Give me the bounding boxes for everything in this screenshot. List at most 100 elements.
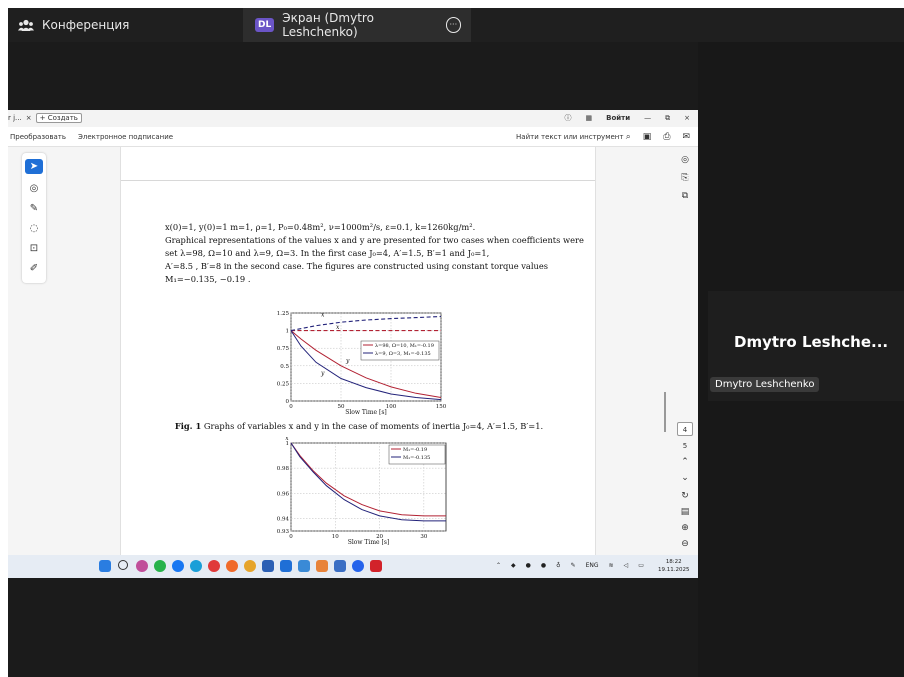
help-icon[interactable]: ⓘ [564, 113, 571, 123]
x-tick-label: 100 [386, 404, 397, 410]
y-tick-label: 0.75 [277, 346, 290, 352]
battery-icon[interactable]: ▭ [638, 562, 644, 569]
calculator-icon[interactable] [334, 560, 346, 572]
document-tab[interactable]: r j... [8, 114, 22, 122]
participant-tile[interactable]: Dmytro Leshche... Dmytro Leshchenko [708, 291, 904, 401]
wifi-icon[interactable]: ≋ [609, 562, 614, 569]
minimize-icon[interactable]: — [644, 114, 651, 122]
language-indicator[interactable]: ENG [586, 562, 599, 569]
cursor-icon[interactable]: ➤ [25, 159, 43, 174]
chrome-icon[interactable] [244, 560, 256, 572]
lasso-icon[interactable]: ◌ [25, 221, 43, 236]
tray-app-icon[interactable]: ● [526, 562, 531, 569]
legend-label: λ=98, Ω=10, M₁=-0.19 [375, 343, 434, 349]
taskbar-clock[interactable]: 18:22 19.11.2025 [658, 558, 690, 574]
para-line: A′=8.5 , B′=8 in the second case. The fi… [165, 261, 549, 271]
search-icon: ⌕ [625, 132, 631, 142]
para-line: M₁=−0.135, −0.19 . [165, 274, 251, 284]
app-icon[interactable] [136, 560, 148, 572]
document-viewport[interactable]: ➤ ◎ ✎ ◌ ⊡ ✐ x(0)=1, y(0)=1 m=1, ρ=1, P₀=… [8, 147, 698, 555]
app-frame: Конференция DL Экран (Dmytro Leshchenko)… [0, 0, 904, 677]
page-number-next[interactable]: 5 [677, 439, 693, 453]
save-page-icon[interactable]: ▤ [677, 505, 693, 519]
app-icon[interactable] [352, 560, 364, 572]
tray-app-icon[interactable]: ✎ [571, 562, 576, 569]
conference-label: Конференция [42, 18, 130, 32]
y-tick-label: 0.98 [277, 466, 290, 472]
x-tick-label: 150 [436, 404, 447, 410]
whatsapp-icon[interactable] [154, 560, 166, 572]
para-line: x(0)=1, y(0)=1 m=1, ρ=1, P₀=0.48m², ν=10… [165, 222, 476, 232]
mail-icon[interactable]: ✉ [682, 132, 690, 142]
app-icon[interactable] [316, 560, 328, 572]
tray-app-icon[interactable]: ◆ [511, 562, 516, 569]
esign-menu[interactable]: Электронное подписание [78, 133, 173, 141]
opera-icon[interactable] [208, 560, 220, 572]
pdf-page: x(0)=1, y(0)=1 m=1, ρ=1, P₀=0.48m², ν=10… [120, 147, 596, 555]
ellipsis-circle-icon[interactable]: ··· [445, 17, 461, 33]
figure-1-label: Fig. 1 [174, 421, 202, 431]
stamp-icon[interactable]: ✐ [25, 261, 43, 276]
search-tools-button[interactable]: Найти текст или инструмент ⌕ [516, 132, 631, 142]
zoom-out-icon[interactable]: ⊖ [677, 537, 693, 551]
app-icon[interactable] [262, 560, 274, 572]
conference-tab[interactable]: Конференция [18, 8, 129, 42]
participant-name-tag: Dmytro Leshchenko [710, 377, 820, 392]
participant-display-name: Dmytro Leshche... [734, 333, 889, 351]
zoom-in-icon[interactable]: ⊕ [677, 521, 693, 535]
tab-close-icon[interactable]: × [26, 114, 32, 122]
vertical-scrollbar[interactable] [664, 392, 666, 432]
chevron-down-icon[interactable]: ⌄ [677, 471, 693, 485]
x-tick-label: 0 [289, 534, 293, 540]
comment-icon[interactable]: ◎ [25, 181, 43, 196]
legend-label: M₁=-0.19 [403, 447, 427, 453]
tray-app-icon[interactable]: ● [541, 562, 546, 569]
chevron-up-icon[interactable]: ⌃ [496, 562, 501, 569]
comments-panel-icon[interactable]: ◎ [677, 153, 693, 167]
para-line: set λ=98, Ω=10 and λ=9, Ω=3. In the firs… [165, 248, 490, 258]
page-number-current[interactable]: 4 [677, 422, 693, 436]
shared-screen-label: Экран (Dmytro Leshchenko) [282, 11, 374, 39]
edge-icon[interactable] [190, 560, 202, 572]
facebook-icon[interactable] [172, 560, 184, 572]
new-tab-button[interactable]: + Создать [35, 113, 82, 123]
y-tick-label: 0.96 [277, 491, 290, 497]
text-box-icon[interactable]: ⊡ [25, 241, 43, 256]
pen-icon[interactable]: ✎ [25, 201, 43, 216]
app-icon[interactable] [226, 560, 238, 572]
clock-time: 18:22 [665, 559, 682, 565]
sign-in-button[interactable]: Войти [606, 114, 630, 122]
x-tick-label: 50 [338, 404, 345, 410]
close-icon[interactable]: × [684, 114, 690, 122]
windows-start-icon[interactable] [99, 560, 111, 572]
y-tick-label: 1.25 [277, 311, 290, 317]
photos-icon[interactable] [298, 560, 310, 572]
chevron-up-icon[interactable]: ⌃ [677, 455, 693, 469]
acrobat-icon[interactable] [370, 560, 382, 572]
clock-date: 19.11.2025 [658, 567, 690, 573]
volume-icon[interactable]: ◁ [624, 562, 629, 569]
y-tick-label: 0.25 [277, 381, 290, 387]
acrobat-toolbar: Преобразовать Электронное подписание Най… [8, 127, 698, 147]
shared-screen-tab[interactable]: DL Экран (Dmytro Leshchenko) ··· [243, 8, 471, 42]
curve-label: y [320, 370, 325, 377]
legend-label: λ=9, Ω=3, M₁=-0.135 [375, 351, 431, 357]
people-icon [18, 19, 34, 31]
pages-icon[interactable]: ⧉ [677, 189, 693, 203]
acrobat-titlebar: r j... × + Создать ⓘ ▦ Войти — ⧉ × [8, 110, 698, 127]
print-icon[interactable]: ⎙ [663, 132, 670, 142]
tray-app-icon[interactable]: ♁ [556, 562, 560, 569]
bookmark-icon[interactable]: ⎘ [677, 171, 693, 185]
restore-icon[interactable]: ⧉ [665, 114, 670, 123]
annotation-toolbar: ➤ ◎ ✎ ◌ ⊡ ✐ [22, 153, 46, 283]
apps-grid-icon[interactable]: ▦ [585, 114, 592, 122]
y-tick-label: 0.93 [277, 529, 290, 535]
save-icon[interactable]: ▣ [643, 132, 652, 142]
convert-menu[interactable]: Преобразовать [10, 133, 66, 141]
search-icon[interactable] [118, 560, 128, 570]
para-line: Graphical representations of the values … [165, 235, 584, 245]
x-tick-label: 10 [332, 534, 339, 540]
refresh-icon[interactable]: ↻ [677, 489, 693, 503]
figure-1-chart: 00.250.50.7511.250 50 100 150Slow Time [s]λ… [277, 311, 447, 416]
app-icon[interactable] [280, 560, 292, 572]
